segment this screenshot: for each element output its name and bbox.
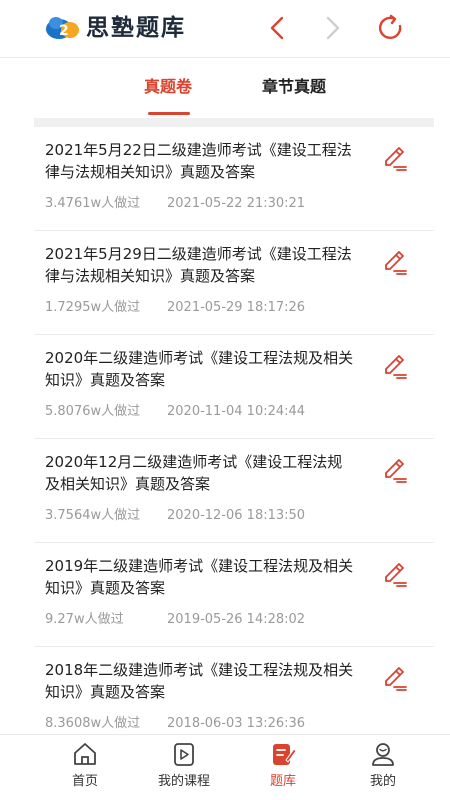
list-item[interactable]: 2021年5月22日二级建造师考试《建设工程法律与法规相关知识》真题及答案 3.… (34, 127, 434, 231)
item-title: 2019年二级建造师考试《建设工程法规及相关知识》真题及答案 (45, 557, 354, 597)
item-attempt-count: 5.8076w人做过 (45, 404, 141, 419)
item-attempt-count: 1.7295w人做过 (45, 300, 141, 315)
tab-exam-papers[interactable]: 真题卷 (144, 76, 192, 98)
item-date: 2018-06-03 13:26:36 (167, 716, 306, 731)
bottom-nav-label: 首页 (71, 774, 98, 789)
item-date: 2021-05-29 18:17:26 (167, 300, 306, 315)
bottom-nav-courses[interactable]: 我的课程 (129, 735, 239, 800)
active-tab-indicator (148, 112, 190, 115)
item-title: 2020年12月二级建造师考试《建设工程法规及相关知识》真题及答案 (45, 453, 343, 493)
list-item[interactable]: 2020年二级建造师考试《建设工程法规及相关知识》真题及答案 5.8076w人做… (34, 335, 434, 439)
list-item[interactable]: 2021年5月29日二级建造师考试《建设工程法律与法规相关知识》真题及答案 1.… (34, 231, 434, 335)
item-title: 2018年二级建造师考试《建设工程法规及相关知识》真题及答案 (45, 661, 354, 701)
home-icon (74, 743, 96, 765)
bottom-nav-home[interactable]: 首页 (30, 735, 140, 800)
edit-icon[interactable] (380, 143, 410, 173)
edit-icon[interactable] (380, 559, 410, 589)
tab-bar: 真题卷 章节真题 (0, 58, 450, 118)
item-attempt-count: 3.7564w人做过 (45, 508, 141, 523)
item-attempt-count: 8.3608w人做过 (45, 716, 141, 731)
list-item[interactable]: 2019年二级建造师考试《建设工程法规及相关知识》真题及答案 9.27w人做过 … (34, 543, 434, 647)
brand-title: 思塾题库 (86, 15, 186, 41)
edit-icon[interactable] (380, 247, 410, 277)
refresh-icon[interactable] (377, 14, 405, 42)
exam-list: 2021年5月22日二级建造师考试《建设工程法律与法规相关知识》真题及答案 3.… (34, 127, 434, 751)
bottom-nav-profile[interactable]: 我的 (328, 735, 438, 800)
user-icon (372, 743, 394, 766)
bottom-nav: 首页 我的课程 题库 我的 (0, 735, 450, 800)
list-item[interactable]: 2020年12月二级建造师考试《建设工程法规及相关知识》真题及答案 3.7564… (34, 439, 434, 543)
top-bar: 2 思塾题库 (0, 0, 450, 56)
item-date: 2019-05-26 14:28:02 (167, 612, 306, 627)
svg-text:2: 2 (59, 23, 69, 39)
item-date: 2020-12-06 18:13:50 (167, 508, 306, 523)
edit-icon[interactable] (380, 663, 410, 693)
back-arrow-icon[interactable] (264, 14, 292, 42)
item-title: 2021年5月29日二级建造师考试《建设工程法律与法规相关知识》真题及答案 (45, 245, 352, 285)
bottom-nav-label: 我的课程 (157, 774, 210, 789)
item-attempt-count: 9.27w人做过 (45, 612, 124, 627)
item-date: 2020-11-04 10:24:44 (167, 404, 306, 419)
item-title: 2020年二级建造师考试《建设工程法规及相关知识》真题及答案 (45, 349, 354, 389)
edit-icon[interactable] (380, 455, 410, 485)
play-icon (174, 743, 194, 766)
forward-arrow-icon[interactable] (318, 14, 346, 42)
section-separator (34, 118, 434, 127)
bottom-nav-label: 题库 (269, 774, 296, 789)
bottom-nav-label: 我的 (369, 774, 396, 789)
edit-icon[interactable] (380, 351, 410, 381)
tab-chapter-questions[interactable]: 章节真题 (262, 76, 326, 98)
brand-logo-icon: 2 (46, 17, 79, 39)
bottom-nav-question-bank[interactable]: 题库 (228, 735, 338, 800)
item-date: 2021-05-22 21:30:21 (167, 196, 306, 211)
question-bank-icon (273, 744, 297, 765)
item-title: 2021年5月22日二级建造师考试《建设工程法律与法规相关知识》真题及答案 (45, 141, 352, 181)
item-attempt-count: 3.4761w人做过 (45, 196, 141, 211)
